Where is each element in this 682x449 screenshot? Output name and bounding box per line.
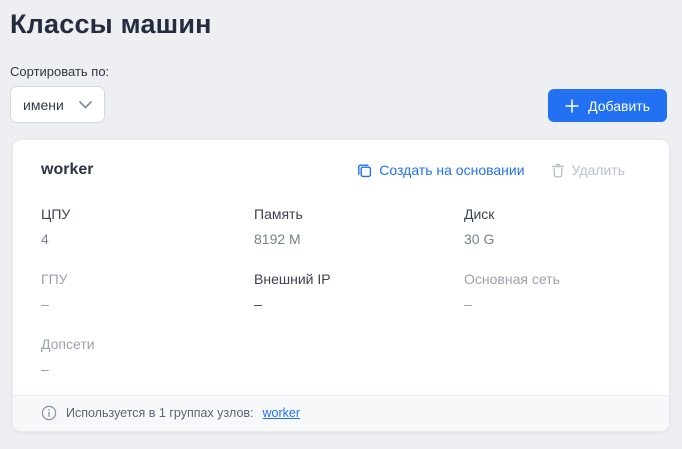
plus-icon	[565, 98, 579, 113]
delete-button[interactable]: Удалить	[551, 162, 625, 178]
delete-label: Удалить	[571, 162, 625, 178]
trash-icon	[551, 163, 564, 177]
copy-icon	[358, 164, 372, 177]
machine-class-name: worker	[41, 161, 94, 178]
card-actions: Создать на основании Удалить	[357, 162, 625, 178]
field-memory: Память 8192 M	[254, 206, 303, 247]
sort-select[interactable]: имени	[10, 86, 105, 123]
machine-class-card: worker Создать на основании Удалить ЦПУ …	[12, 139, 670, 432]
field-disk: Диск 30 G	[464, 206, 495, 247]
node-group-link[interactable]: worker	[263, 406, 301, 420]
card-footer: Используется в 1 группах узлов: worker	[13, 395, 669, 431]
sort-by-label: Сортировать по:	[10, 64, 110, 79]
usage-text: Используется в 1 группах узлов:	[66, 406, 254, 420]
field-cpu: ЦПУ 4	[41, 206, 71, 247]
fields-grid: ЦПУ 4 Память 8192 M Диск 30 G ГПУ – Внеш…	[13, 179, 669, 377]
field-external-ip: Внешний IP –	[254, 271, 331, 312]
controls-row: имени Добавить	[10, 86, 667, 123]
field-extra-networks: Допсети –	[41, 336, 95, 377]
card-header: worker Создать на основании Удалить	[13, 140, 669, 179]
create-from-button[interactable]: Создать на основании	[357, 162, 525, 178]
info-icon	[41, 405, 57, 421]
field-gpu: ГПУ –	[41, 271, 68, 312]
field-main-network: Основная сеть –	[464, 271, 560, 312]
page-title: Классы машин	[10, 9, 212, 39]
add-button-label: Добавить	[588, 97, 650, 114]
add-button[interactable]: Добавить	[548, 89, 667, 122]
create-from-label: Создать на основании	[379, 162, 525, 178]
sort-select-value: имени	[23, 96, 64, 113]
chevron-down-icon	[79, 100, 92, 108]
